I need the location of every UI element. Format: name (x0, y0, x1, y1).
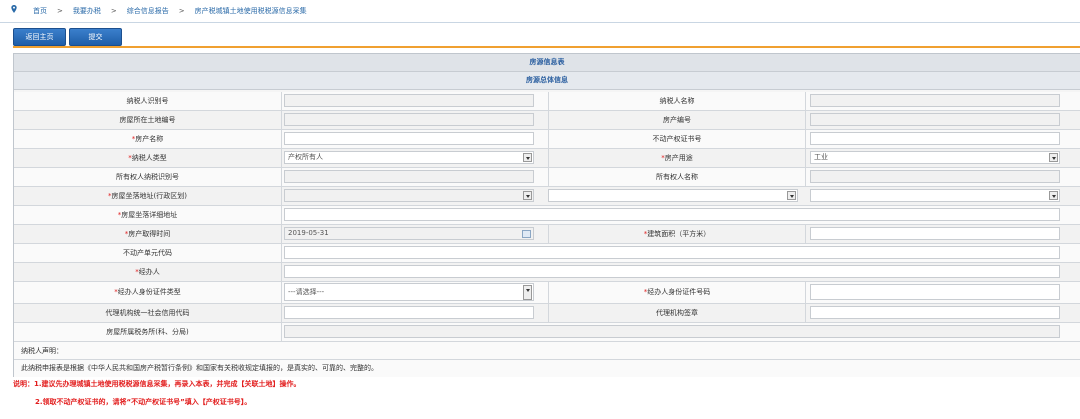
detail-address-input[interactable] (284, 208, 1060, 221)
acquire-date-input[interactable]: 2019-05-31 (284, 227, 534, 240)
tax-office-input[interactable] (284, 325, 1060, 338)
breadcrumb-separator: > (57, 7, 63, 15)
property-use-select[interactable]: 工业 (810, 151, 1060, 164)
accent-divider (13, 46, 1080, 48)
label-text: 纳税人类型 (131, 154, 167, 162)
chevron-down-icon[interactable] (523, 191, 532, 200)
label-taxpayer-name: 纳税人名称 (548, 92, 806, 110)
label-taxpayer-type: *纳税人类型 (14, 149, 282, 167)
chevron-down-icon[interactable] (523, 153, 532, 162)
form-row: 房屋所属税务所(科、分局) (14, 323, 1080, 342)
breadcrumb-tax[interactable]: 我要办税 (73, 6, 101, 16)
form-row: 不动产单元代码 (14, 244, 1080, 263)
form-row: 纳税人识别号 纳税人名称 (14, 92, 1080, 111)
owner-id-input[interactable] (284, 170, 534, 183)
taxpayer-id-input[interactable] (284, 94, 534, 107)
label-text: 经办人身份证件类型 (117, 288, 181, 296)
label-text: 经办人 (138, 268, 160, 276)
label-text: 房屋坐落详细地址 (121, 211, 178, 219)
form-row: *纳税人类型 产权所有人 *房产用途 工业 (14, 149, 1080, 168)
calendar-icon[interactable] (522, 230, 531, 238)
land-no-input[interactable] (284, 113, 534, 126)
label-land-no: 房屋所在土地编号 (14, 111, 282, 129)
label-text: 房产取得时间 (128, 230, 171, 238)
chevron-down-icon[interactable] (1049, 153, 1058, 162)
district-select[interactable] (810, 189, 1060, 202)
property-info-form: 房源信息表 房源总体信息 纳税人识别号 纳税人名称 房屋所在土地编号 房产编号 … (13, 53, 1080, 377)
label-text: 房屋坐落地址(行政区划) (111, 192, 187, 200)
handler-id-no-input[interactable] (810, 284, 1060, 300)
label-taxpayer-id: 纳税人识别号 (14, 92, 282, 110)
form-row: *房产名称 不动产权证书号 (14, 130, 1080, 149)
label-location: *房屋坐落地址(行政区划) (14, 187, 282, 205)
breadcrumb-separator: > (178, 7, 185, 15)
agency-code-input[interactable] (284, 306, 534, 319)
property-name-input[interactable] (284, 132, 534, 145)
label-unit-code: 不动产单元代码 (14, 244, 282, 262)
city-select[interactable] (548, 189, 798, 202)
label-property-use: *房产用途 (548, 149, 806, 167)
label-handler-id-type: *经办人身份证件类型 (14, 282, 282, 303)
tip-line-1: 说明：1.建议先办理城镇土地使用税税源信息采集，再录入本表，并完成【关联土地】操… (13, 380, 301, 388)
handler-id-type-select[interactable]: ---请选择--- (284, 283, 534, 301)
label-owner-id: 所有权人纳税识别号 (14, 168, 282, 186)
form-row: *房屋坐落地址(行政区划) (14, 187, 1080, 206)
form-row: *经办人身份证件类型 ---请选择--- *经办人身份证件号码 (14, 282, 1080, 304)
chevron-down-icon[interactable] (1049, 191, 1058, 200)
date-value: 2019-05-31 (288, 229, 329, 237)
label-text: 建筑面积（平方米） (647, 230, 711, 238)
label-property-no: 房产编号 (548, 111, 806, 129)
handler-input[interactable] (284, 265, 1060, 278)
label-building-area: *建筑面积（平方米） (548, 225, 806, 243)
submit-button[interactable]: 提交 (69, 28, 122, 46)
label-tax-office: 房屋所属税务所(科、分局) (14, 323, 282, 341)
form-row: *经办人 (14, 263, 1080, 282)
form-title: 房源信息表 (14, 54, 1080, 72)
form-row: *房产取得时间 2019-05-31 *建筑面积（平方米） (14, 225, 1080, 244)
label-agency-code: 代理机构统一社会信用代码 (14, 304, 282, 322)
form-row: 代理机构统一社会信用代码 代理机构签章 (14, 304, 1080, 323)
taxpayer-name-input[interactable] (810, 94, 1060, 107)
building-area-input[interactable] (810, 227, 1060, 240)
back-home-button[interactable]: 返回主页 (13, 28, 66, 46)
label-agency-seal: 代理机构签章 (548, 304, 806, 322)
declaration-text: 此纳税申报表是根据《中华人民共和国房产税暂行条例》和国家有关税收规定填报的，是真… (14, 360, 1080, 377)
select-value: 工业 (814, 153, 828, 161)
province-select[interactable] (284, 189, 534, 202)
chevron-down-icon[interactable] (787, 191, 796, 200)
label-text: 经办人身份证件号码 (647, 288, 711, 296)
form-row: 房屋所在土地编号 房产编号 (14, 111, 1080, 130)
breadcrumb: 首页 > 我要办税 > 综合信息报告 > 房产税城镇土地使用税税源信息采集 (0, 0, 1080, 23)
form-row: 所有权人纳税识别号 所有权人名称 (14, 168, 1080, 187)
toolbar: 返回主页 提交 (0, 26, 1080, 48)
select-value: ---请选择--- (288, 288, 325, 296)
label-handler-id-no: *经办人身份证件号码 (548, 282, 806, 303)
label-acquire-date: *房产取得时间 (14, 225, 282, 243)
label-property-name: *房产名称 (14, 130, 282, 148)
label-handler: *经办人 (14, 263, 282, 281)
chevron-down-icon[interactable] (523, 285, 532, 300)
property-no-input[interactable] (810, 113, 1060, 126)
section-title: 房源总体信息 (14, 72, 1080, 90)
cert-no-input[interactable] (810, 132, 1060, 145)
breadcrumb-home[interactable]: 首页 (33, 6, 47, 16)
breadcrumb-current: 房产税城镇土地使用税税源信息采集 (194, 7, 307, 15)
form-row: *房屋坐落详细地址 (14, 206, 1080, 225)
label-cert-no: 不动产权证书号 (548, 130, 806, 148)
label-text: 房产用途 (664, 154, 693, 162)
label-text: 房产名称 (135, 135, 164, 143)
label-owner-name: 所有权人名称 (548, 168, 806, 186)
breadcrumb-separator: > (110, 7, 117, 15)
taxpayer-type-select[interactable]: 产权所有人 (284, 151, 534, 164)
select-value: 产权所有人 (288, 153, 323, 161)
label-detail-address: *房屋坐落详细地址 (14, 206, 282, 224)
location-pin-icon (11, 5, 17, 13)
unit-code-input[interactable] (284, 246, 1060, 259)
owner-name-input[interactable] (810, 170, 1060, 183)
agency-seal-input[interactable] (810, 306, 1060, 319)
declaration-title: 纳税人声明： (14, 342, 1080, 360)
breadcrumb-report[interactable]: 综合信息报告 (127, 6, 169, 16)
tip-line-2: 2.领取不动产权证书的，请将“不动产权证书号”填入【产权证书号】。 (35, 398, 252, 406)
